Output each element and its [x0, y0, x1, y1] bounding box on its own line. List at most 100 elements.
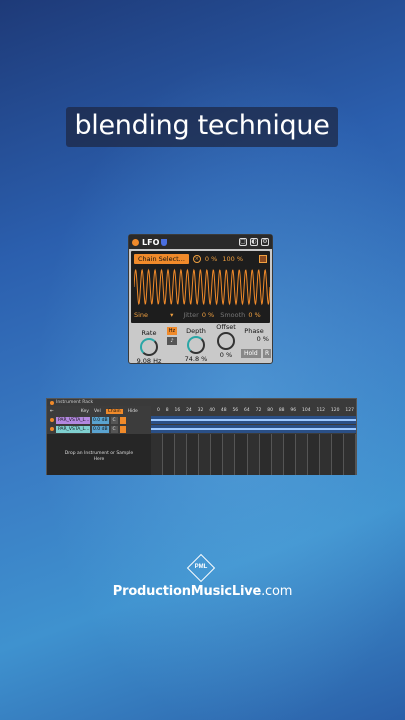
ruler-tick: 80 — [267, 408, 273, 413]
brand-name: ProductionMusicLive.com — [0, 584, 405, 599]
zone-column — [235, 434, 248, 475]
rate-label: Rate — [141, 329, 157, 337]
offset-knob[interactable] — [217, 332, 235, 350]
settings-icon[interactable]: ⚙ — [261, 238, 269, 246]
jitter-label: Jitter — [183, 311, 199, 319]
chevron-down-icon[interactable]: ▾ — [170, 311, 173, 319]
zone-column — [283, 434, 296, 475]
zone-column — [295, 434, 308, 475]
depth-label: Depth — [186, 327, 206, 335]
jitter-value[interactable]: 0 % — [202, 311, 214, 319]
chain-row[interactable]: PAR_VSTA_L... 0.0 dB C — [47, 425, 151, 433]
chain-volume[interactable]: 0.0 dB — [92, 425, 109, 433]
brand-name-suffix: .com — [261, 584, 293, 599]
copy-icon[interactable]: ▢ — [239, 238, 247, 246]
hide-tab[interactable]: Hide — [128, 409, 138, 414]
ruler-tick: 88 — [278, 408, 285, 413]
depth-knob[interactable] — [187, 336, 205, 354]
unmap-icon[interactable]: × — [192, 255, 201, 263]
hz-button[interactable]: Hz — [167, 327, 177, 335]
chain-zone-editor[interactable]: 0 8 16 24 32 40 48 56 64 72 80 88 96 104 112 120 127 — [151, 406, 357, 475]
collapse-icon[interactable]: ⇤ — [50, 409, 54, 414]
ruler-tick: 32 — [197, 408, 204, 413]
rate-value[interactable]: 9.08 Hz — [135, 357, 163, 365]
chain-pan[interactable]: C — [110, 416, 118, 424]
chain-name[interactable]: PAR_VSTA_L... — [56, 425, 90, 433]
zone-bar[interactable] — [151, 419, 356, 421]
chain-tab[interactable]: Chain — [105, 408, 123, 414]
rate-knob[interactable] — [140, 338, 158, 356]
lfo-header: LFO ▢ ◐ ⚙ — [129, 235, 272, 249]
ruler-tick: 104 — [302, 408, 311, 413]
zone-column — [211, 434, 224, 475]
ruler-tick: 48 — [220, 408, 227, 413]
chain-list: ⇤ Key Vel Chain Hide PAR_VSTA_L... 0.0 d… — [47, 406, 151, 475]
note-sync-button[interactable]: ♪ — [167, 337, 177, 345]
hold-button[interactable]: Hold — [241, 349, 261, 358]
zone-column — [319, 434, 332, 475]
zone-ruler: 0 8 16 24 32 40 48 56 64 72 80 88 96 104 112 120 127 — [151, 406, 356, 415]
lfo-device[interactable]: LFO ▢ ◐ ⚙ Chain Select... × 0 % 100 % Si… — [128, 234, 273, 365]
mod-min-value[interactable]: 0 % — [205, 255, 217, 263]
waveform-select[interactable]: Sine — [134, 311, 148, 319]
chain-power-icon[interactable] — [50, 427, 54, 431]
zone-column — [163, 434, 176, 475]
ruler-tick: 120 — [330, 408, 340, 413]
zone-lane[interactable] — [151, 425, 356, 433]
phase-value[interactable]: 0 % — [239, 335, 269, 343]
zone-column — [151, 434, 164, 475]
chain-power-icon[interactable] — [50, 418, 54, 422]
power-icon[interactable] — [132, 238, 139, 246]
zone-column — [307, 434, 320, 475]
drop-text-2: Here — [93, 457, 105, 462]
drop-zone[interactable]: Drop an Instrument or Sample Here — [47, 434, 151, 475]
ruler-tick: 24 — [186, 408, 192, 413]
zone-column — [247, 434, 260, 475]
depth-value[interactable]: 74.8 % — [181, 355, 211, 363]
ruler-tick: 112 — [316, 408, 326, 413]
solo-button[interactable] — [119, 416, 126, 424]
rack-header: Instrument Rack — [47, 399, 356, 406]
chain-name[interactable]: PAR_VSTA_L... — [56, 416, 90, 424]
chain-select-button[interactable]: Chain Select... — [134, 254, 189, 264]
ruler-tick: 127 — [345, 408, 354, 413]
shield-icon — [161, 238, 168, 246]
logo-mark-text: PML — [194, 564, 208, 570]
smooth-label: Smooth — [220, 311, 246, 319]
map-toggle-icon[interactable] — [259, 255, 267, 263]
zone-bar[interactable] — [151, 428, 356, 430]
ruler-tick: 72 — [255, 408, 262, 413]
ruler-tick: 96 — [290, 408, 297, 413]
ruler-tick: 16 — [174, 408, 181, 413]
zone-column — [223, 434, 236, 475]
zone-column — [175, 434, 188, 475]
zone-lane[interactable] — [151, 416, 356, 424]
chain-volume[interactable]: 0.0 dB — [92, 416, 109, 424]
ruler-tick: 8 — [165, 408, 169, 413]
smooth-value[interactable]: 0 % — [248, 311, 260, 319]
key-tab[interactable]: Key — [81, 409, 89, 414]
brand-name-bold: ProductionMusicLive — [112, 584, 262, 599]
power-icon[interactable] — [50, 400, 54, 405]
ruler-tick: 40 — [209, 408, 215, 413]
chain-pan[interactable]: C — [110, 425, 118, 433]
mod-max-value[interactable]: 100 % — [222, 255, 243, 263]
zone-column — [344, 434, 357, 475]
instrument-rack[interactable]: Instrument Rack ⇤ Key Vel Chain Hide PAR… — [46, 398, 357, 475]
zone-column — [271, 434, 284, 475]
preset-icon[interactable]: ◐ — [250, 238, 258, 246]
ruler-tick: 0 — [157, 408, 160, 413]
lfo-display: Chain Select... × 0 % 100 % Sine ▾ Jitte… — [131, 251, 270, 323]
offset-label: Offset — [216, 323, 236, 331]
waveform-display — [134, 268, 270, 306]
chain-row[interactable]: PAR_VSTA_L... 0.0 dB C — [47, 416, 151, 424]
retrigger-button[interactable]: R — [263, 349, 272, 358]
solo-button[interactable] — [119, 425, 126, 433]
vel-tab[interactable]: Vel — [94, 409, 101, 414]
zone-column — [199, 434, 212, 475]
offset-value[interactable]: 0 % — [212, 351, 240, 359]
rack-title: Instrument Rack — [56, 400, 94, 405]
lfo-controls: Rate 9.08 Hz Hz ♪ Depth 74.8 % Offset 0 … — [129, 323, 272, 365]
sine-wave — [134, 268, 270, 306]
zone-column — [187, 434, 200, 475]
